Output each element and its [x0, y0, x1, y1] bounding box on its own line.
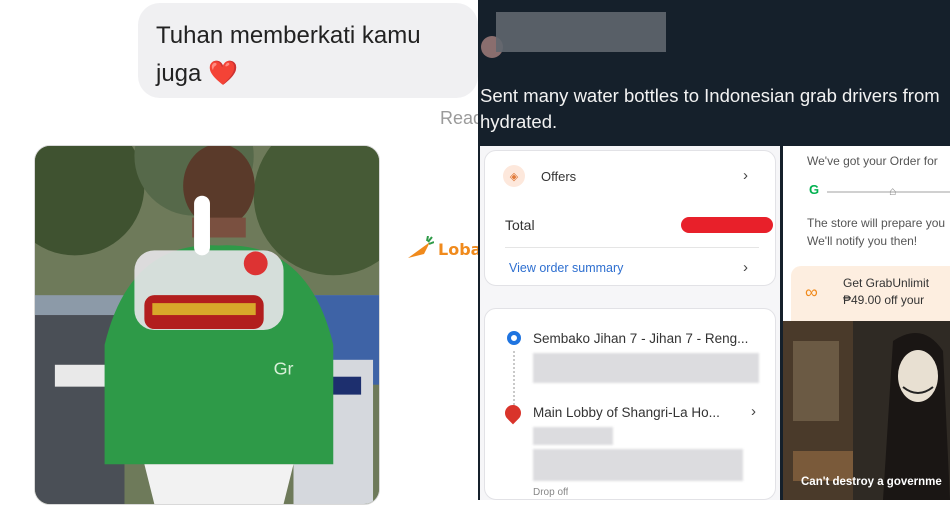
read-receipt: Read — [440, 108, 484, 128]
meme-picture — [783, 321, 950, 500]
total-label: Total — [505, 217, 535, 233]
redacted-total — [681, 217, 773, 233]
driver-photo-image: Gr — [35, 146, 379, 504]
store-note-1: The store will prepare you — [807, 216, 946, 230]
chevron-right-icon[interactable]: › — [743, 259, 748, 276]
promo-subtitle: ₱49.00 off your — [843, 293, 925, 307]
grabunlimited-promo[interactable]: ∞ Get GrabUnlimit ₱49.00 off your — [791, 266, 950, 321]
divider — [505, 247, 759, 248]
meme-caption: Can't destroy a governme — [801, 476, 942, 488]
promo-title: Get GrabUnlimit — [843, 276, 930, 290]
tweet-text: Sent many water bottles to Indonesian gr… — [480, 85, 940, 132]
grab-logo-icon: G — [809, 182, 820, 197]
tag-icon: ◈ — [503, 165, 525, 187]
dropoff-pin-icon — [501, 401, 525, 425]
svg-text:Gr: Gr — [274, 359, 294, 379]
pickup-location[interactable]: Sembako Jihan 7 - Jihan 7 - Reng... — [533, 331, 748, 346]
order-status-screenshot: We've got your Order for G ⌂ The store w… — [783, 146, 950, 321]
offers-label[interactable]: Offers — [541, 169, 576, 184]
infinity-icon: ∞ — [805, 282, 818, 302]
drop-off-label: Drop off — [533, 487, 569, 498]
route-card: Sembako Jihan 7 - Jihan 7 - Reng... Main… — [484, 308, 776, 500]
pickup-dot-icon — [507, 331, 521, 345]
status-text: We've got your Order for — [807, 154, 938, 168]
tweet-panel: Sent many water bottles to Indonesian gr… — [478, 0, 950, 500]
blurred-username — [496, 12, 666, 52]
store-note-2: We'll notify you then! — [807, 234, 918, 248]
view-order-summary-link[interactable]: View order summary — [509, 261, 623, 275]
driver-photo[interactable]: Gr — [34, 145, 380, 505]
order-summary-card: ◈ Offers › Total View order summary › — [484, 150, 776, 286]
heart-icon: ❤️ — [208, 60, 238, 87]
basket-icon: ⌂ — [889, 184, 897, 198]
chevron-right-icon[interactable]: › — [751, 403, 756, 420]
blurred-dropoff-detail — [533, 449, 743, 481]
meme-image: Can't destroy a governme — [783, 321, 950, 500]
blurred-pickup-detail — [533, 353, 759, 383]
order-screenshot: ◈ Offers › Total View order summary › Se… — [480, 146, 780, 500]
chat-message: Tuhan memberkati kamu juga — [156, 22, 421, 87]
chat-bubble: Tuhan memberkati kamu juga ❤️ — [138, 3, 478, 98]
carrot-icon — [408, 236, 434, 258]
chevron-right-icon[interactable]: › — [743, 167, 748, 184]
blurred-dropoff-detail — [533, 427, 613, 445]
route-line — [513, 351, 515, 405]
dropoff-location[interactable]: Main Lobby of Shangri-La Ho... — [533, 405, 720, 420]
